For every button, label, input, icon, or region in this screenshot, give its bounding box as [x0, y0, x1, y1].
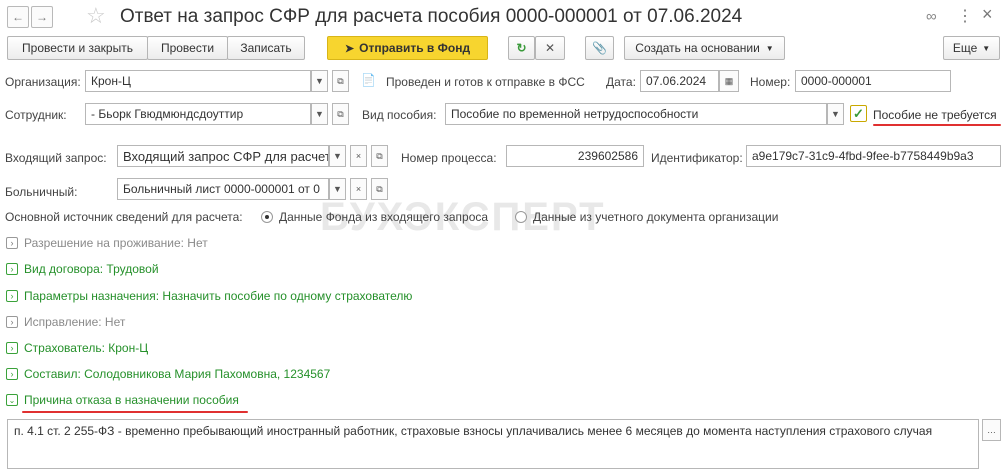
- paperclip-icon: 📎: [592, 41, 607, 55]
- section-insurer[interactable]: Страхователь: Крон-Ц: [24, 341, 148, 355]
- chevron-down-icon: ▼: [982, 43, 991, 53]
- chevron-right-icon: ›: [10, 264, 14, 274]
- incoming-request-label: Входящий запрос:: [5, 151, 107, 165]
- cancel-posting-button[interactable]: ✕: [535, 36, 565, 60]
- employee-label: Сотрудник:: [5, 108, 67, 122]
- chevron-right-icon: ›: [10, 343, 14, 353]
- chevron-down-icon: ▼: [333, 184, 342, 194]
- refusal-reason-textarea[interactable]: п. 4.1 ст. 2 255-ФЗ - временно пребывающ…: [7, 419, 979, 469]
- section-assignment-params[interactable]: Параметры назначения: Назначить пособие …: [24, 289, 412, 303]
- more-button[interactable]: Еще ▼: [943, 36, 1000, 60]
- chevron-down-icon: ▼: [831, 109, 840, 119]
- cancel-posting-icon: ✕: [544, 41, 556, 55]
- refresh-button[interactable]: ↻: [508, 36, 535, 60]
- chevron-down-icon: ▼: [765, 43, 774, 53]
- kebab-icon[interactable]: ⋮: [957, 6, 973, 26]
- number-label: Номер:: [750, 75, 791, 89]
- date-label: Дата:: [606, 75, 636, 89]
- sick-leave-field[interactable]: Больничный лист 0000-000001 от 0: [117, 178, 329, 200]
- benefit-type-field[interactable]: Пособие по временной нетрудоспособности: [445, 103, 827, 125]
- chevron-right-icon: ›: [10, 317, 14, 327]
- expand-insurer[interactable]: ›: [6, 342, 18, 354]
- benefit-not-required-label[interactable]: Пособие не требуется: [873, 108, 997, 122]
- checkmark-icon: ✓: [853, 105, 864, 121]
- chevron-right-icon: ›: [10, 238, 14, 248]
- collapse-refusal-reason[interactable]: ⌄: [6, 394, 18, 406]
- forward-button[interactable]: →: [31, 6, 53, 28]
- process-number-field[interactable]: 239602586: [506, 145, 644, 167]
- open-window-icon: ⧉: [337, 108, 344, 119]
- close-icon[interactable]: ×: [982, 4, 993, 25]
- expand-residence-permit[interactable]: ›: [6, 237, 18, 249]
- open-button[interactable]: ⧉: [332, 103, 349, 125]
- section-contract-type[interactable]: Вид договора: Трудовой: [24, 262, 159, 276]
- send-icon: ➤: [344, 42, 355, 55]
- arrow-right-icon: →: [36, 10, 48, 24]
- calendar-icon: ▦: [724, 75, 734, 86]
- back-button[interactable]: ←: [7, 6, 29, 28]
- link-icon[interactable]: ∞: [926, 8, 937, 25]
- clear-icon: ×: [355, 151, 362, 161]
- expand-assignment-params[interactable]: ›: [6, 290, 18, 302]
- number-field[interactable]: 0000-000001: [795, 70, 951, 92]
- status-text: Проведен и готов к отправке в ФСС: [386, 75, 585, 89]
- source-radio-org[interactable]: [515, 211, 527, 223]
- refresh-icon: ↻: [516, 41, 527, 55]
- section-residence-permit[interactable]: Разрешение на проживание: Нет: [24, 236, 208, 250]
- dropdown-button[interactable]: ▼: [329, 145, 346, 167]
- ellipsis-icon: …: [987, 425, 996, 435]
- source-option-fund-label[interactable]: Данные Фонда из входящего запроса: [279, 210, 488, 224]
- open-window-icon: ⧉: [376, 150, 383, 161]
- dropdown-button[interactable]: ▼: [311, 70, 328, 92]
- benefit-type-label: Вид пособия:: [362, 108, 437, 122]
- sick-leave-label: Больничный:: [5, 185, 78, 199]
- source-label: Основной источник сведений для расчета:: [5, 210, 243, 224]
- highlight-underline: [873, 124, 1001, 126]
- source-radio-fund[interactable]: [261, 211, 273, 223]
- expand-compiled-by[interactable]: ›: [6, 368, 18, 380]
- identifier-field[interactable]: a9e179c7-31c9-4fbd-9fee-b7758449b9a3: [746, 145, 1001, 167]
- calendar-button[interactable]: ▦: [719, 70, 739, 92]
- clear-button[interactable]: ×: [350, 145, 367, 167]
- section-refusal-reason[interactable]: Причина отказа в назначении пособия: [24, 393, 239, 407]
- dropdown-button[interactable]: ▼: [311, 103, 328, 125]
- process-number-label: Номер процесса:: [401, 151, 497, 165]
- open-button[interactable]: ⧉: [332, 70, 349, 92]
- chevron-down-icon: ⌄: [8, 396, 16, 405]
- benefit-not-required-checkbox[interactable]: ✓: [850, 105, 867, 122]
- open-window-icon: ⧉: [376, 183, 383, 194]
- identifier-label: Идентификатор:: [651, 151, 743, 165]
- attach-button[interactable]: 📎: [585, 36, 614, 60]
- open-window-icon: ⧉: [337, 75, 344, 86]
- window-title: Ответ на запрос СФР для расчета пособия …: [120, 6, 743, 27]
- date-field[interactable]: 07.06.2024: [640, 70, 719, 92]
- section-correction[interactable]: Исправление: Нет: [24, 315, 125, 329]
- star-icon[interactable]: ☆: [86, 3, 106, 29]
- expand-contract-type[interactable]: ›: [6, 263, 18, 275]
- chevron-right-icon: ›: [10, 291, 14, 301]
- section-compiled-by[interactable]: Составил: Солодовникова Мария Пахомовна,…: [24, 367, 330, 381]
- post-button[interactable]: Провести: [147, 36, 228, 60]
- highlight-underline: [22, 411, 248, 413]
- create-based-on-button[interactable]: Создать на основании ▼: [624, 36, 785, 60]
- post-and-close-button[interactable]: Провести и закрыть: [7, 36, 148, 60]
- employee-field[interactable]: - Бьорк Гвюдмюндсдоуттир: [85, 103, 311, 125]
- chevron-down-icon: ▼: [315, 109, 324, 119]
- clear-icon: ×: [355, 184, 362, 194]
- send-to-fund-button[interactable]: ➤ Отправить в Фонд: [327, 36, 488, 60]
- incoming-request-field[interactable]: Входящий запрос СФР для расчет: [117, 145, 329, 167]
- open-button[interactable]: ⧉: [371, 145, 388, 167]
- save-button[interactable]: Записать: [227, 36, 305, 60]
- arrow-left-icon: ←: [12, 10, 24, 24]
- posted-document-icon: 📄: [361, 73, 376, 87]
- chevron-down-icon: ▼: [333, 151, 342, 161]
- ellipsis-button[interactable]: …: [982, 419, 1001, 441]
- dropdown-button[interactable]: ▼: [827, 103, 844, 125]
- expand-correction[interactable]: ›: [6, 316, 18, 328]
- organization-field[interactable]: Крон-Ц: [85, 70, 311, 92]
- source-option-org-label[interactable]: Данные из учетного документа организации: [533, 210, 778, 224]
- chevron-right-icon: ›: [10, 369, 14, 379]
- organization-label: Организация:: [5, 75, 81, 89]
- chevron-down-icon: ▼: [315, 76, 324, 86]
